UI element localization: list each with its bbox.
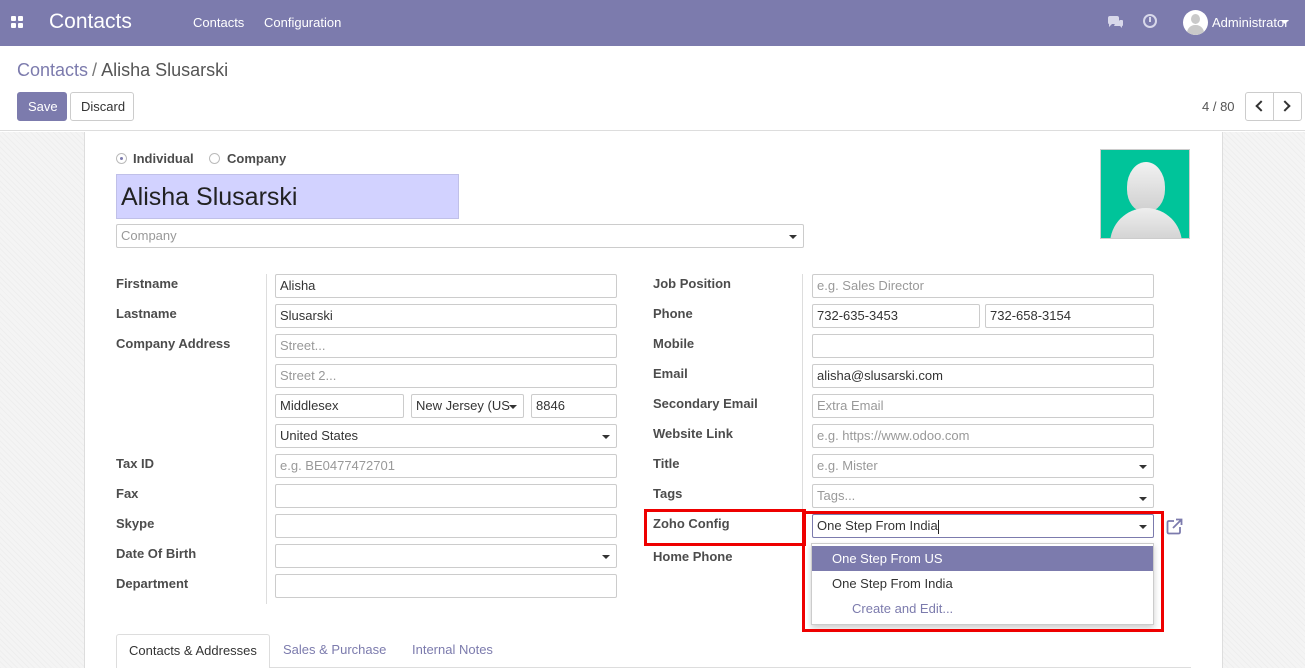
highlight-zoho-label [644, 509, 806, 546]
label-firstname: Firstname [116, 276, 179, 291]
label-date-of-birth: Date Of Birth [116, 546, 197, 561]
label-job-position: Job Position [653, 276, 731, 291]
column-divider-right [802, 274, 803, 514]
breadcrumb-parent[interactable]: Contacts [17, 60, 88, 80]
label-tags: Tags [653, 486, 683, 501]
dropdown-caret-icon [1139, 497, 1147, 501]
menu-configuration[interactable]: Configuration [264, 15, 341, 30]
column-divider-left [266, 274, 267, 604]
job-position-input[interactable]: e.g. Sales Director [812, 274, 1154, 298]
dropdown-caret-icon [602, 555, 610, 559]
company-select-placeholder: Company [121, 228, 177, 243]
website-link-input[interactable]: e.g. https://www.odoo.com [812, 424, 1154, 448]
apps-grid-icon[interactable] [11, 16, 23, 28]
title-select-placeholder: e.g. Mister [817, 458, 878, 473]
label-department: Department [116, 576, 189, 591]
label-website-link: Website Link [653, 426, 733, 441]
contact-name-input[interactable]: Alisha Slusarski [116, 174, 459, 219]
tab-contacts-addresses[interactable]: Contacts & Addresses [116, 634, 270, 668]
contact-photo[interactable] [1100, 149, 1190, 239]
dropdown-caret-icon [789, 235, 797, 239]
radio-individual[interactable] [116, 153, 127, 164]
breadcrumb: Contacts / Alisha Slusarski [17, 60, 228, 81]
user-caret-icon [1281, 20, 1289, 24]
fax-input[interactable] [275, 484, 617, 508]
lastname-input[interactable]: Slusarski [275, 304, 617, 328]
dropdown-caret-icon [1139, 465, 1147, 469]
dropdown-caret-icon [602, 435, 610, 439]
firstname-input[interactable]: Alisha [275, 274, 617, 298]
label-email: Email [653, 366, 688, 381]
radio-individual-label[interactable]: Individual [133, 151, 194, 166]
control-panel: Contacts / Alisha Slusarski Save Discard 4… [0, 46, 1305, 131]
phone-input[interactable]: 732-635-3453 [812, 304, 980, 328]
mobile-input[interactable] [812, 334, 1154, 358]
pager-previous-button[interactable] [1245, 92, 1274, 121]
label-skype: Skype [116, 516, 155, 531]
tags-input-placeholder: Tags... [817, 488, 856, 503]
breadcrumb-separator: / [92, 60, 98, 80]
label-title: Title [653, 456, 680, 471]
street2-input[interactable]: Street 2... [275, 364, 617, 388]
label-fax: Fax [116, 486, 139, 501]
radio-company-label[interactable]: Company [227, 151, 286, 166]
date-of-birth-input[interactable] [275, 544, 617, 568]
secondary-email-input[interactable]: Extra Email [812, 394, 1154, 418]
title-select[interactable]: e.g. Mister [812, 454, 1154, 478]
app-title: Contacts [49, 10, 132, 33]
breadcrumb-current: Alisha Slusarski [101, 60, 229, 80]
phone2-input[interactable]: 732-658-3154 [985, 304, 1154, 328]
discard-button[interactable]: Discard [70, 92, 134, 121]
email-input[interactable]: alisha@slusarski.com [812, 364, 1154, 388]
top-navbar: Contacts Contacts Configuration Administ… [0, 0, 1305, 46]
user-menu[interactable]: Administrator [1212, 15, 1289, 30]
city-input[interactable]: Middlesex [275, 394, 404, 418]
skype-input[interactable] [275, 514, 617, 538]
chat-icon[interactable] [1107, 16, 1124, 29]
department-input[interactable] [275, 574, 617, 598]
company-select[interactable]: Company [116, 224, 804, 248]
save-button[interactable]: Save [17, 92, 67, 121]
dropdown-caret-icon [509, 405, 517, 409]
chevron-right-icon [1279, 100, 1291, 112]
label-mobile: Mobile [653, 336, 695, 351]
country-select[interactable]: United States [275, 424, 617, 448]
radio-company[interactable] [209, 153, 220, 164]
state-select[interactable]: New Jersey (US [411, 394, 524, 418]
pager-next-button[interactable] [1273, 92, 1302, 121]
highlight-zoho-dropdown [802, 511, 1164, 632]
tags-input[interactable]: Tags... [812, 484, 1154, 508]
chevron-left-icon [1255, 100, 1267, 112]
label-home-phone: Home Phone [653, 549, 733, 564]
tax-id-input[interactable]: e.g. BE0477472701 [275, 454, 617, 478]
street-input[interactable]: Street... [275, 334, 617, 358]
user-avatar[interactable] [1183, 10, 1208, 35]
label-company-address: Company Address [116, 336, 231, 351]
external-link-icon[interactable] [1166, 518, 1183, 535]
country-select-value: United States [280, 428, 359, 443]
label-lastname: Lastname [116, 306, 177, 321]
pager-value[interactable]: 4 / 80 [1202, 99, 1235, 114]
tab-sales-purchase[interactable]: Sales & Purchase [271, 634, 398, 668]
state-select-value: New Jersey (US [416, 398, 510, 413]
label-phone: Phone [653, 306, 693, 321]
label-secondary-email: Secondary Email [653, 396, 758, 411]
zip-input[interactable]: 8846 [531, 394, 617, 418]
label-tax-id: Tax ID [116, 456, 155, 471]
tab-internal-notes[interactable]: Internal Notes [400, 634, 505, 668]
menu-contacts[interactable]: Contacts [193, 15, 244, 30]
clock-icon[interactable] [1143, 14, 1157, 28]
